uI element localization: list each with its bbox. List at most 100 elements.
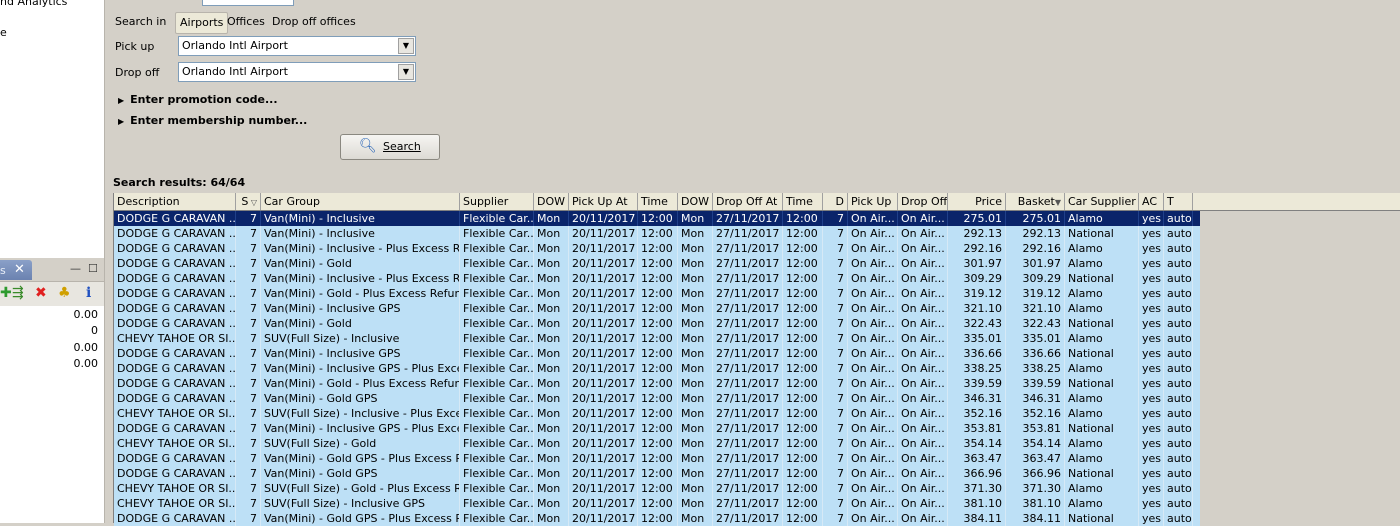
table-row[interactable]: CHEVY TAHOE OR SI... 7 SUV(Full Size) - Go… [114,481,1200,496]
column-header-car-group[interactable]: Car Group [261,193,460,210]
column-header-description[interactable]: Description [114,193,236,210]
cell-dropoff-dow: Mon [678,361,713,376]
cell-transmission: auto [1164,481,1193,496]
promo-expander[interactable]: ▶ Enter promotion code... [118,93,278,106]
info-icon[interactable]: i [86,286,91,300]
cell-pickup-dow: Mon [534,241,569,256]
membership-expander[interactable]: ▶ Enter membership number... [118,114,307,127]
cell-dropoff-at: 27/11/2017 [713,421,783,436]
table-row[interactable]: DODGE G CARAVAN ... 7 Van(Mini) - Inclusiv… [114,346,1200,361]
pickup-select[interactable]: Orlando Intl Airport ▼ [178,36,416,56]
cell-days: 7 [823,301,848,316]
cell-dropoff-dow: Mon [678,406,713,421]
table-row[interactable]: DODGE G CARAVAN ... 7 Van(Mini) - Inclusiv… [114,271,1200,286]
partial-field[interactable] [202,0,294,6]
column-header-seats[interactable]: S ▽ [236,193,261,210]
segment-drop-off-offices[interactable]: Drop off offices [268,12,360,32]
column-header-dropoff-location[interactable]: Drop Off [898,193,948,210]
cell-car-supplier: Alamo [1065,361,1139,376]
minimize-icon[interactable]: — [70,262,81,275]
table-row[interactable]: CHEVY TAHOE OR SI... 7 SUV(Full Size) - In… [114,406,1200,421]
table-row[interactable]: DODGE G CARAVAN ... 7 Van(Mini) - Inclusiv… [114,301,1200,316]
column-header-pickup-at[interactable]: Pick Up At [569,193,638,210]
segment-offices[interactable]: Offices [223,12,269,32]
table-row[interactable]: DODGE G CARAVAN ... 7 Van(Mini) - Gold GPS… [114,511,1200,526]
tree-item[interactable]: e [0,26,7,39]
table-row[interactable]: DODGE G CARAVAN ... 7 Van(Mini) - Gold GPS… [114,451,1200,466]
column-header-pickup-dow[interactable]: DOW [534,193,569,210]
filter-icon[interactable]: ▽ [248,198,257,207]
cell-description: DODGE G CARAVAN ... [114,391,236,406]
cell-seats: 7 [236,436,261,451]
column-header-dropoff-dow[interactable]: DOW [678,193,713,210]
dropoff-select[interactable]: Orlando Intl Airport ▼ [178,62,416,82]
cell-pickup-time: 12:00 [638,406,678,421]
cell-transmission: auto [1164,451,1193,466]
segment-airports[interactable]: Airports [175,12,229,34]
cell-price: 381.10 [948,496,1006,511]
cell-days: 7 [823,346,848,361]
chevron-down-icon[interactable]: ▼ [398,38,414,54]
table-row[interactable]: DODGE G CARAVAN ... 7 Van(Mini) - Gold Flex… [114,256,1200,271]
column-header-label: Description [117,195,180,208]
results-count: Search results: 64/64 [113,176,246,189]
table-row[interactable]: DODGE G CARAVAN ... 7 Van(Mini) - Inclusiv… [114,361,1200,376]
cell-basket: 322.43 [1006,316,1065,331]
cell-days: 7 [823,316,848,331]
cell-supplier: Flexible Car... [460,256,534,271]
column-header-transmission[interactable]: T [1164,193,1193,210]
cell-basket: 319.12 [1006,286,1065,301]
table-row[interactable]: CHEVY TAHOE OR SI... 7 SUV(Full Size) - In… [114,331,1200,346]
column-header-pickup-time[interactable]: Time [638,193,678,210]
table-row[interactable]: DODGE G CARAVAN ... 7 Van(Mini) - Gold - P… [114,376,1200,391]
close-icon[interactable]: ✕ [14,262,25,277]
table-row[interactable]: DODGE G CARAVAN ... 7 Van(Mini) - Gold GPS… [114,466,1200,481]
cell-car-supplier: Alamo [1065,436,1139,451]
table-row[interactable]: DODGE G CARAVAN ... 7 Van(Mini) - Gold Flex… [114,316,1200,331]
add-green-icon[interactable]: ✚ [0,286,12,300]
column-header-supplier[interactable]: Supplier [460,193,534,210]
table-row[interactable]: DODGE G CARAVAN ... 7 Van(Mini) - Gold GPS… [114,391,1200,406]
export-icon[interactable]: ⇶ [12,286,24,300]
cell-description: DODGE G CARAVAN ... [114,361,236,376]
cell-car-group: Van(Mini) - Inclusive GPS - Plus Exces..… [261,421,460,436]
sort-desc-icon[interactable]: ▼ [1055,198,1061,207]
table-row[interactable]: DODGE G CARAVAN ... 7 Van(Mini) - Gold - P… [114,286,1200,301]
column-header-pickup-location[interactable]: Pick Up [848,193,898,210]
column-header-car-supplier[interactable]: Car Supplier [1065,193,1139,210]
cell-description: DODGE G CARAVAN ... [114,421,236,436]
tree-item[interactable]: nd Analytics [0,0,67,8]
table-row[interactable]: CHEVY TAHOE OR SI... 7 SUV(Full Size) - Go… [114,436,1200,451]
cell-transmission: auto [1164,466,1193,481]
cell-pickup-time: 12:00 [638,271,678,286]
panel-tab[interactable]: s ✕ [0,260,32,280]
cell-pickup-time: 12:00 [638,241,678,256]
table-row[interactable]: DODGE G CARAVAN ... 7 Van(Mini) - Inclusiv… [114,421,1200,436]
cell-pickup-location: On Air... [848,361,898,376]
cell-price: 353.81 [948,421,1006,436]
cell-dropoff-location: On Air... [898,241,948,256]
cell-description: CHEVY TAHOE OR SI... [114,406,236,421]
chevron-down-icon[interactable]: ▼ [398,64,414,80]
cell-pickup-time: 12:00 [638,316,678,331]
column-header-days[interactable]: D [823,193,848,210]
search-button[interactable]: 🔍︎ Search [340,134,440,160]
cell-car-supplier: Alamo [1065,496,1139,511]
column-header-dropoff-at[interactable]: Drop Off At [713,193,783,210]
delete-icon[interactable]: ✖ [35,286,47,300]
cell-pickup-time: 12:00 [638,331,678,346]
table-row[interactable]: DODGE G CARAVAN ... 7 Van(Mini) - Inclusiv… [114,241,1200,256]
maximize-icon[interactable]: ☐ [88,262,98,275]
column-header-basket[interactable]: Basket▼ [1006,193,1065,210]
cell-dropoff-location: On Air... [898,301,948,316]
column-header-dropoff-time[interactable]: Time [783,193,823,210]
table-row[interactable]: DODGE G CARAVAN ... 7 Van(Mini) - Inclusiv… [114,226,1200,241]
column-header-ac[interactable]: AC [1139,193,1164,210]
column-header-price[interactable]: Price [948,193,1006,210]
grid-header: Description S ▽ Car Group Supplier DOW Pick U… [114,193,1400,211]
table-row[interactable]: CHEVY TAHOE OR SI... 7 SUV(Full Size) - In… [114,496,1200,511]
cell-supplier: Flexible Car... [460,211,534,226]
palm-icon[interactable]: ♣ [58,286,71,300]
cell-dropoff-dow: Mon [678,271,713,286]
table-row[interactable]: DODGE G CARAVAN ... 7 Van(Mini) - Inclusiv… [114,211,1200,226]
